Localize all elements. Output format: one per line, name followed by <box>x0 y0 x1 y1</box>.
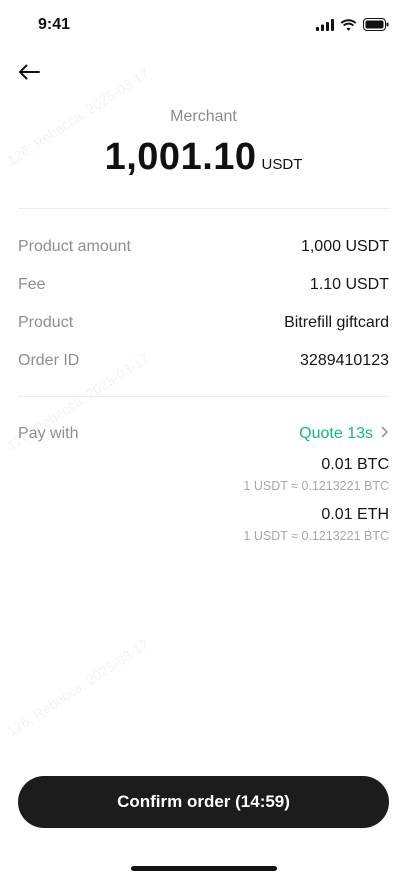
pay-with-section: Pay with Quote 13s 0.01 BTC 1 USDT ≈ 0.1… <box>18 416 389 546</box>
coin-amount: 0.01 ETH <box>321 506 389 523</box>
divider <box>18 396 389 397</box>
status-icons <box>316 18 389 36</box>
total-amount: 1,001.10 USDT <box>0 136 407 179</box>
detail-label: Product amount <box>18 238 131 255</box>
battery-icon <box>363 18 389 36</box>
order-details: Product amount 1,000 USDT Fee 1.10 USDT … <box>18 228 389 380</box>
pay-option-eth: 0.01 ETH 1 USDT ≈ 0.1213221 BTC <box>18 504 389 546</box>
pay-option-btc: 0.01 BTC 1 USDT ≈ 0.1213221 BTC <box>18 454 389 496</box>
detail-row-fee: Fee 1.10 USDT <box>18 266 389 304</box>
detail-row-product-amount: Product amount 1,000 USDT <box>18 228 389 266</box>
confirm-order-button[interactable]: Confirm order (14:59) <box>18 776 389 828</box>
detail-value: 1.10 USDT <box>309 276 389 293</box>
status-time: 9:41 <box>38 16 71 33</box>
payment-header: Merchant 1,001.10 USDT <box>0 106 407 179</box>
pay-with-header: Pay with Quote 13s <box>18 416 389 452</box>
amount-value: 1,001.10 <box>104 136 257 178</box>
signal-icon <box>316 18 334 36</box>
coin-amount: 0.01 BTC <box>321 456 389 473</box>
chevron-right-icon <box>381 425 389 443</box>
merchant-label: Merchant <box>170 108 237 125</box>
watermark: 126, Rebecca, 2025-03-17 <box>4 635 152 740</box>
detail-value: 3289410123 <box>300 352 389 369</box>
coin-rate: 1 USDT ≈ 0.1213221 BTC <box>243 529 389 543</box>
back-button[interactable] <box>14 60 44 88</box>
divider <box>18 208 389 209</box>
detail-label: Product <box>18 314 74 331</box>
coin-rate: 1 USDT ≈ 0.1213221 BTC <box>243 479 389 493</box>
quote-link[interactable]: Quote 13s <box>299 425 389 443</box>
amount-currency: USDT <box>261 156 303 173</box>
pay-with-label: Pay with <box>18 425 79 442</box>
wifi-icon <box>340 18 357 36</box>
quote-label: Quote 13s <box>299 425 373 442</box>
detail-row-product: Product Bitrefill giftcard <box>18 304 389 342</box>
detail-value: Bitrefill giftcard <box>284 314 389 331</box>
detail-value: 1,000 USDT <box>300 238 389 255</box>
arrow-left-icon <box>18 64 40 85</box>
detail-row-order-id: Order ID 3289410123 <box>18 342 389 380</box>
detail-label: Order ID <box>18 352 80 369</box>
status-bar: 9:41 <box>0 0 407 54</box>
detail-label: Fee <box>18 276 46 293</box>
home-indicator <box>131 866 277 871</box>
